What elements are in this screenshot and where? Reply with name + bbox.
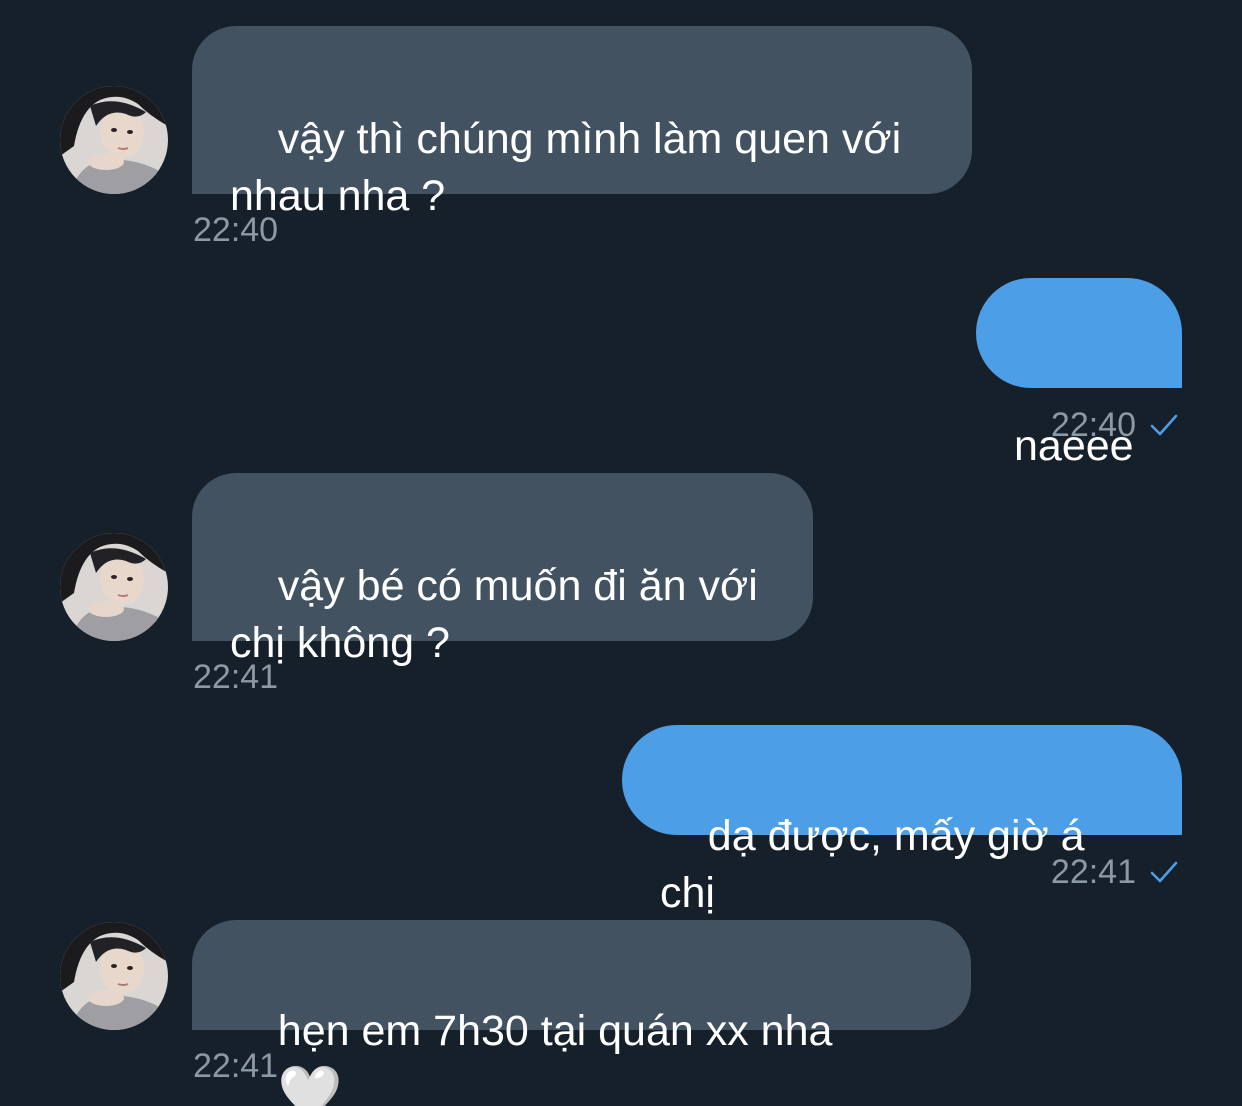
- message-timestamp: 22:40: [1050, 406, 1136, 444]
- incoming-message-bubble[interactable]: vậy thì chúng mình làm quen với nhau nha…: [192, 26, 972, 220]
- check-icon: [1150, 413, 1178, 437]
- incoming-message-bubble[interactable]: hẹn em 7h30 tại quán xx nha 🤍: [192, 920, 971, 1106]
- message-text: vậy bé có muốn đi ăn với chị không ?: [230, 562, 758, 667]
- message-timestamp: 22:41: [1050, 853, 1136, 891]
- avatar[interactable]: [60, 922, 168, 1030]
- avatar[interactable]: [60, 86, 168, 194]
- message-timestamp: 22:41: [193, 658, 279, 696]
- check-icon: [1150, 860, 1178, 884]
- incoming-message-bubble[interactable]: vậy bé có muốn đi ăn với chị không ?: [192, 473, 813, 667]
- message-status: 22:40: [1051, 405, 1178, 445]
- message-text: vậy thì chúng mình làm quen với nhau nha…: [230, 115, 902, 220]
- chat-thread: vậy thì chúng mình làm quen với nhau nha…: [0, 0, 1242, 1106]
- white-heart-emoji: 🤍: [277, 1064, 343, 1106]
- message-timestamp: 22:41: [193, 1047, 279, 1085]
- message-text: hẹn em 7h30 tại quán xx nha: [277, 1007, 833, 1055]
- message-text: dạ được, mấy giờ á chị: [660, 812, 1097, 917]
- message-timestamp: 22:40: [193, 211, 279, 249]
- avatar[interactable]: [60, 533, 168, 641]
- message-status: 22:41: [1051, 852, 1178, 892]
- outgoing-message-bubble[interactable]: dạ được, mấy giờ á chị: [622, 725, 1182, 917]
- outgoing-message-bubble[interactable]: naeee: [976, 278, 1182, 470]
